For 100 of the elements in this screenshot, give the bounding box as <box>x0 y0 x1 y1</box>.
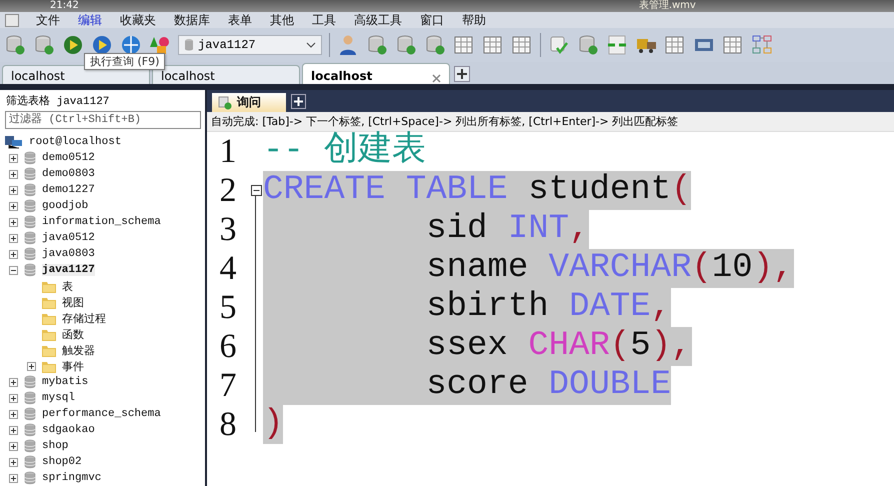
tree-item[interactable]: demo0512 <box>42 152 95 164</box>
folder-icon <box>42 344 56 356</box>
tooltip: 执行查询 (F9) <box>84 53 166 70</box>
database-icon <box>24 247 36 261</box>
tree-item[interactable]: 视图 <box>62 294 84 310</box>
folder-icon <box>42 280 56 292</box>
menu-item[interactable]: 收藏夹 <box>111 12 165 28</box>
folder-icon <box>42 328 56 340</box>
database-icon <box>24 231 36 245</box>
query-icon <box>218 96 232 110</box>
line-number: 3 <box>218 210 238 248</box>
menu-item[interactable]: 高级工具 <box>345 12 411 28</box>
line-number: 5 <box>218 288 238 326</box>
database-icon <box>24 199 36 213</box>
tree-item[interactable]: 表 <box>62 278 73 294</box>
connection-tab[interactable]: localhost <box>302 63 450 84</box>
tree-item[interactable]: information_schema <box>42 216 161 228</box>
database-icon <box>24 439 36 453</box>
tree-item[interactable]: goodjob <box>42 200 88 212</box>
code-line: -- 创建表 <box>263 132 426 171</box>
new-tab-icon[interactable] <box>454 66 470 82</box>
database-icon <box>24 455 36 469</box>
expand-icon[interactable] <box>27 362 36 370</box>
play-all-icon[interactable] <box>91 34 113 56</box>
expand-icon[interactable] <box>9 170 18 178</box>
code-editor[interactable]: 1 -- 创建表 2 CREATE TABLE student( 3 sid INT, 4 sname VARCHAR(10), 5 sbirth DATE, 6 ssex CHAR(5), 7 score DOUBLE 8 ) <box>207 132 894 486</box>
expand-icon[interactable] <box>9 218 18 226</box>
menu-item[interactable]: 窗口 <box>411 12 453 28</box>
expand-icon[interactable] <box>9 186 18 194</box>
autocomplete-hint: 自动完成: [Tab]-> 下一个标签, [Ctrl+Space]-> 列出所有标签, [Ctrl+Enter]-> 列出匹配标签 <box>207 112 894 132</box>
database-dropdown[interactable]: java1127 <box>178 35 322 55</box>
database-icon <box>24 263 36 277</box>
expand-icon[interactable] <box>9 474 18 482</box>
table-icon[interactable] <box>482 34 504 56</box>
tree-item[interactable]: shop <box>42 440 68 452</box>
play-icon[interactable] <box>62 34 84 56</box>
database-icon <box>24 183 36 197</box>
expand-icon[interactable] <box>9 378 18 386</box>
tree-item[interactable]: mysql <box>42 392 76 404</box>
menu-item[interactable]: 其他 <box>261 12 303 28</box>
expand-icon[interactable] <box>9 442 18 450</box>
expand-icon[interactable] <box>9 458 18 466</box>
app-icon <box>5 14 19 26</box>
fold-icon[interactable] <box>250 185 262 196</box>
tree-item[interactable]: root@localhost <box>29 136 122 148</box>
line-number: 7 <box>218 366 238 404</box>
database-icon <box>24 407 36 421</box>
menu-item[interactable]: 表单 <box>219 12 261 28</box>
collapse-icon[interactable] <box>9 266 18 274</box>
time-label: 21:42 <box>50 0 79 12</box>
tree-item[interactable]: java1127 <box>42 264 95 276</box>
tree-item[interactable]: demo0803 <box>42 168 95 180</box>
shapes-icon[interactable] <box>149 34 171 56</box>
folder-icon <box>42 296 56 308</box>
tree-item[interactable]: sdgaokao <box>42 424 95 436</box>
menu-item[interactable]: 文件 <box>27 12 69 28</box>
diagram-icon[interactable] <box>751 34 773 56</box>
tree-item[interactable]: 函数 <box>62 326 84 342</box>
server-icon <box>5 135 23 149</box>
tree-item[interactable]: mybatis <box>42 376 88 388</box>
database-icon <box>24 391 36 405</box>
query-tab[interactable]: 询问 <box>212 93 286 112</box>
close-icon[interactable] <box>432 74 441 83</box>
menu-item[interactable]: 编辑 <box>69 12 111 28</box>
tree-item[interactable]: java0512 <box>42 232 95 244</box>
expand-icon[interactable] <box>9 154 18 162</box>
expand-icon[interactable] <box>9 202 18 210</box>
tree-item[interactable]: demo1227 <box>42 184 95 196</box>
expand-icon[interactable] <box>9 250 18 258</box>
database-icon <box>184 38 194 52</box>
expand-icon[interactable] <box>9 426 18 434</box>
menu-item[interactable]: 帮助 <box>453 12 495 28</box>
folder-icon <box>42 360 56 372</box>
filter-field[interactable]: 过滤器 (Ctrl+Shift+B) <box>5 111 201 129</box>
tree-item[interactable]: 触发器 <box>62 342 95 358</box>
tree-item[interactable]: 存储过程 <box>62 310 106 326</box>
tree-item[interactable]: shop02 <box>42 456 82 468</box>
database-icon <box>24 375 36 389</box>
expand-icon[interactable] <box>9 410 18 418</box>
line-number: 8 <box>218 406 238 444</box>
database-icon <box>24 471 36 485</box>
database-icon <box>24 151 36 165</box>
connection-tab[interactable]: localhost <box>152 65 300 84</box>
tree-item[interactable]: springmvc <box>42 472 102 484</box>
expand-icon[interactable] <box>9 394 18 402</box>
caret-icon <box>306 42 316 48</box>
database-icon <box>24 215 36 229</box>
expand-icon[interactable] <box>9 234 18 242</box>
tree-item[interactable]: performance_schema <box>42 408 161 420</box>
tree-item[interactable]: java0803 <box>42 248 95 260</box>
line-number: 6 <box>218 328 238 366</box>
line-number: 1 <box>218 132 238 170</box>
database-icon <box>24 167 36 181</box>
tree-item[interactable]: 事件 <box>62 358 84 374</box>
menu-item[interactable]: 工具 <box>303 12 345 28</box>
user-icon[interactable] <box>337 34 359 56</box>
new-query-icon[interactable] <box>291 94 306 109</box>
database-icon <box>24 423 36 437</box>
menu-item[interactable]: 数据库 <box>165 12 219 28</box>
sidebar-title: 筛选表格 java1127 <box>5 94 110 110</box>
